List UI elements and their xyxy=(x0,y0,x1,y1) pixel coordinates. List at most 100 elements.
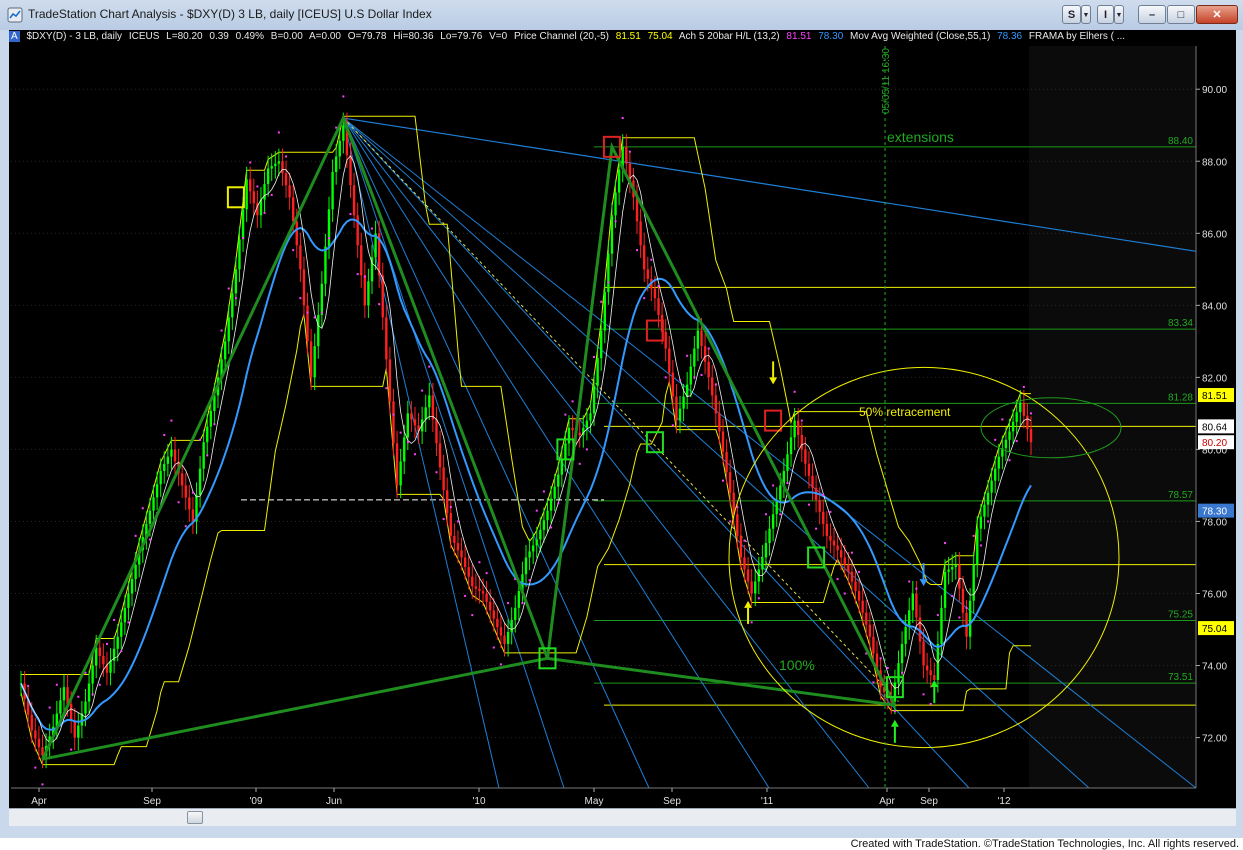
candle-body-up xyxy=(596,358,599,386)
frama-dot xyxy=(987,520,990,523)
frama-dot xyxy=(893,710,896,713)
candle-body-down xyxy=(707,361,710,378)
frama-dot xyxy=(607,281,610,284)
candle-body-down xyxy=(718,413,721,432)
frama-dot xyxy=(363,275,366,278)
frama-dot xyxy=(944,542,947,545)
candle-body-down xyxy=(929,670,932,676)
frama-dot xyxy=(779,513,782,516)
candle-body-down xyxy=(392,401,395,444)
frama-dot xyxy=(972,534,975,537)
fib-level-label: 75.25 xyxy=(1168,610,1193,621)
cursor-date-label: 05/05/11 16:30 xyxy=(881,48,892,114)
candle-body-down xyxy=(69,703,73,721)
frama-dot xyxy=(392,413,395,416)
frama-dot xyxy=(421,389,424,392)
i-menu-dropdown-icon[interactable]: ▼ xyxy=(1114,5,1124,24)
candle-body-up xyxy=(223,341,227,360)
i-menu-button[interactable]: I xyxy=(1097,5,1114,24)
horizontal-scrollbar[interactable] xyxy=(9,808,1236,826)
frama-dot xyxy=(41,783,44,786)
title-bar[interactable]: TradeStation Chart Analysis - $DXY(D) 3 … xyxy=(0,0,1243,30)
candle-body-up xyxy=(159,471,162,485)
scrollbar-thumb[interactable] xyxy=(187,811,203,824)
s-menu-button[interactable]: S xyxy=(1062,5,1081,24)
candle-body-down xyxy=(925,665,929,671)
price-chart[interactable]: 88.40 83.34 81.28 78.57 75.25 73.51 05/05/11 1… xyxy=(9,30,1236,808)
candle-body-down xyxy=(933,675,936,680)
candle-body-down xyxy=(668,348,671,373)
frama-dot xyxy=(636,249,639,252)
status-bid: B=0.00 xyxy=(270,31,303,42)
candle-body-down xyxy=(488,601,492,611)
candle-body-up xyxy=(954,564,957,568)
frama-dot xyxy=(270,193,273,196)
frama-dot xyxy=(929,702,932,705)
candle-body-up xyxy=(600,330,603,359)
candle-body-down xyxy=(381,275,384,318)
frama-dot xyxy=(385,387,388,390)
candle-body-up xyxy=(528,551,531,558)
candle-body-up xyxy=(589,413,592,421)
chart-area[interactable]: 88.40 83.34 81.28 78.57 75.25 73.51 05/05/11 1… xyxy=(9,30,1236,826)
frama-dot xyxy=(858,570,861,573)
candle-body-up xyxy=(768,528,771,544)
candle-body-up xyxy=(510,619,513,632)
candle-body-down xyxy=(825,523,829,536)
candle-body-up xyxy=(514,607,517,620)
s-menu-dropdown-icon[interactable]: ▼ xyxy=(1081,5,1091,24)
frama-dot xyxy=(822,494,825,497)
candle-body-up xyxy=(979,516,983,529)
price-channel-upper: 81.51 xyxy=(615,31,641,42)
candle-body-up xyxy=(127,593,130,608)
frama-dot xyxy=(34,766,37,769)
frama-dot xyxy=(428,365,431,368)
candle-body-down xyxy=(456,543,460,551)
price-channel-label: Price Channel (20,-5) xyxy=(513,31,609,42)
candle-body-up xyxy=(617,169,621,193)
candle-body-down xyxy=(839,550,843,558)
close-button[interactable]: ✕ xyxy=(1196,5,1238,24)
signal-arrowhead-icon xyxy=(890,719,899,727)
candle-body-down xyxy=(431,395,435,420)
signal-box xyxy=(764,409,783,432)
frama-dot xyxy=(578,462,581,465)
frama-dot xyxy=(48,706,51,709)
frama-dot xyxy=(349,213,352,216)
candle-body-up xyxy=(592,385,596,414)
status-volume: V=0 xyxy=(489,31,508,42)
frama-dot xyxy=(370,227,373,230)
candle-body-down xyxy=(291,197,295,222)
frama-dot xyxy=(242,237,245,240)
date-tick-label: Sep xyxy=(920,796,938,807)
candle-body-down xyxy=(180,473,184,486)
candle-body-down xyxy=(471,576,474,587)
candle-body-up xyxy=(986,492,990,505)
frama-dot xyxy=(292,249,295,252)
candle-body-up xyxy=(993,468,997,481)
status-badge[interactable]: A xyxy=(9,31,20,42)
candle-body-down xyxy=(98,647,101,656)
candle-body-down xyxy=(800,435,803,450)
candle-body-up xyxy=(539,529,542,540)
minimize-button[interactable]: – xyxy=(1138,5,1166,24)
frama-dot xyxy=(163,434,166,437)
frama-dot xyxy=(786,482,789,485)
price-tick-label: 72.00 xyxy=(1202,734,1227,745)
candle-body-up xyxy=(238,239,241,270)
candle-body-up xyxy=(327,209,331,247)
date-tick-label: Sep xyxy=(663,796,681,807)
candle-body-up xyxy=(693,348,696,367)
frama-dot xyxy=(199,438,202,441)
maximize-button[interactable]: □ xyxy=(1167,5,1195,24)
candle-body-down xyxy=(811,475,814,488)
candle-body-down xyxy=(836,545,839,551)
fib-level-label: 73.51 xyxy=(1168,672,1193,683)
candle-body-up xyxy=(166,456,170,464)
candle-body-up xyxy=(893,682,897,702)
frama-dot xyxy=(614,220,617,223)
candle-body-down xyxy=(360,245,363,276)
candle-body-down xyxy=(915,593,918,618)
mavg-label: Mov Avg Weighted (Close,55,1) xyxy=(850,31,991,42)
mavg-value: 78.36 xyxy=(997,31,1023,42)
